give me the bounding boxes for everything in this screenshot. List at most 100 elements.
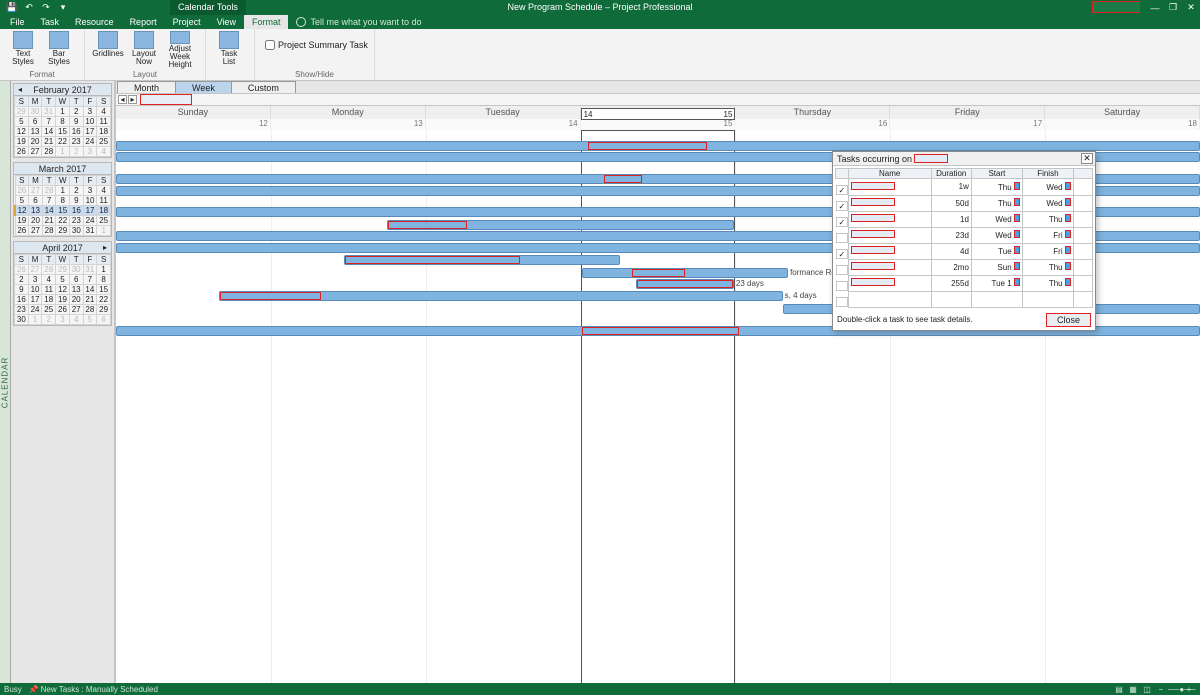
day-cell[interactable]: 11	[42, 285, 56, 295]
ribbon-btn-text-styles[interactable]: TextStyles	[6, 31, 40, 69]
day-cell[interactable]: 5	[56, 275, 70, 285]
day-cell[interactable]: 6	[69, 275, 83, 285]
day-cell[interactable]: 5	[15, 196, 29, 206]
prev-week-icon[interactable]: ◂	[118, 95, 127, 104]
sign-in-button[interactable]	[1092, 1, 1140, 13]
task-bar[interactable]	[636, 279, 734, 289]
day-cell[interactable]: 12	[56, 285, 70, 295]
row-name[interactable]	[848, 243, 931, 259]
ribbon-btn-bar-styles[interactable]: BarStyles	[42, 31, 76, 69]
row-scroll[interactable]	[1073, 275, 1092, 291]
day-cell[interactable]: 11	[97, 196, 111, 206]
minimize-icon[interactable]: —	[1146, 0, 1164, 15]
day-cell[interactable]: 2	[69, 147, 83, 157]
day-cell[interactable]: 19	[15, 137, 29, 147]
ribbon-tab-report[interactable]: Report	[122, 15, 165, 29]
day-cell[interactable]: 30	[15, 315, 29, 325]
ribbon-tab-view[interactable]: View	[209, 15, 244, 29]
task-bar[interactable]	[116, 141, 1200, 151]
day-cell[interactable]: 8	[56, 117, 70, 127]
restore-icon[interactable]: ❐	[1164, 0, 1182, 15]
ribbon-tab-file[interactable]: File	[2, 15, 33, 29]
day-cell[interactable]: 31	[83, 265, 97, 275]
day-cell[interactable]: 29	[56, 265, 70, 275]
day-cell[interactable]: 24	[83, 137, 97, 147]
view-rail[interactable]: CALENDAR	[0, 81, 11, 683]
next-month-icon[interactable]: ▸	[101, 242, 109, 254]
table-row[interactable]: 23dWed Fri	[836, 227, 1093, 243]
day-cell[interactable]: 4	[97, 147, 111, 157]
tasks-table[interactable]: NameDurationStartFinish ✓1wThu Wed ✓50dT…	[835, 168, 1093, 308]
day-cell[interactable]: 10	[83, 117, 97, 127]
day-cell[interactable]: 2	[69, 107, 83, 117]
day-cell[interactable]: 10	[83, 196, 97, 206]
day-cell[interactable]: 15	[56, 206, 70, 216]
day-cell[interactable]: 28	[42, 147, 56, 157]
day-cell[interactable]: 3	[83, 186, 97, 196]
day-cell[interactable]: 6	[97, 315, 111, 325]
day-cell[interactable]: 18	[97, 127, 111, 137]
day-cell[interactable]: 4	[42, 275, 56, 285]
table-header[interactable]	[836, 169, 849, 179]
dialog-title-bar[interactable]: Tasks occurring on ✕	[833, 152, 1095, 166]
day-cell[interactable]: 9	[15, 285, 29, 295]
row-checkmark[interactable]	[836, 233, 848, 243]
table-row[interactable]: ✓1dWed Thu	[836, 211, 1093, 227]
day-cell[interactable]: 18	[97, 206, 111, 216]
table-row[interactable]: ✓50dThu Wed	[836, 195, 1093, 211]
day-cell[interactable]: 6	[28, 117, 42, 127]
row-checkmark[interactable]	[836, 281, 848, 291]
day-cell[interactable]: 16	[15, 295, 29, 305]
task-bar[interactable]	[582, 268, 788, 278]
day-cell[interactable]: 25	[97, 216, 111, 226]
day-cell[interactable]: 12	[15, 206, 29, 216]
day-cell[interactable]: 13	[29, 206, 43, 216]
day-cell[interactable]: 22	[56, 216, 70, 226]
qat-more-icon[interactable]: ▾	[55, 1, 71, 15]
day-cell[interactable]: 2	[70, 186, 84, 196]
day-cell[interactable]: 8	[97, 275, 111, 285]
day-cell[interactable]: 13	[69, 285, 83, 295]
day-cell[interactable]: 7	[83, 275, 97, 285]
view-gantt-icon[interactable]: ▤	[1112, 685, 1126, 694]
day-cell[interactable]: 21	[83, 295, 97, 305]
day-cell[interactable]: 27	[69, 305, 83, 315]
day-cell[interactable]: 27	[28, 147, 42, 157]
day-cell[interactable]: 10	[28, 285, 42, 295]
day-cell[interactable]: 4	[97, 186, 111, 196]
day-cell[interactable]: 30	[28, 107, 42, 117]
task-bar[interactable]	[387, 220, 734, 230]
day-cell[interactable]: 1	[56, 107, 70, 117]
save-icon[interactable]: 💾	[4, 1, 20, 15]
day-cell[interactable]: 26	[15, 265, 29, 275]
current-week-indicator[interactable]	[140, 94, 192, 105]
day-cell[interactable]: 24	[28, 305, 42, 315]
day-cell[interactable]: 1	[56, 186, 70, 196]
day-cell[interactable]: 1	[28, 315, 42, 325]
mini-calendar-header[interactable]: April 2017▸	[14, 242, 111, 254]
day-cell[interactable]: 22	[56, 137, 70, 147]
table-row[interactable]: 255dTue 1 Thu	[836, 275, 1093, 291]
day-cell[interactable]: 15	[97, 285, 111, 295]
task-bar[interactable]	[219, 291, 783, 301]
row-scroll[interactable]	[1073, 259, 1092, 275]
dialog-close-icon[interactable]: ✕	[1081, 153, 1093, 164]
day-cell[interactable]: 25	[97, 137, 111, 147]
mini-calendar-header[interactable]: March 2017	[14, 163, 111, 175]
row-scroll[interactable]	[1073, 195, 1092, 211]
task-bar[interactable]	[344, 255, 620, 265]
row-checkmark[interactable]: ✓	[836, 249, 848, 259]
day-cell[interactable]: 16	[69, 127, 83, 137]
tell-me-search[interactable]: Tell me what you want to do	[296, 17, 421, 27]
day-cell[interactable]: 7	[42, 196, 56, 206]
day-cell[interactable]: 9	[69, 117, 83, 127]
checkbox-input[interactable]	[265, 40, 275, 50]
mini-calendar[interactable]: ◂February 2017SMTWTFS2930311234567891011…	[13, 83, 112, 158]
day-cell[interactable]: 3	[28, 275, 42, 285]
day-cell[interactable]: 28	[42, 265, 56, 275]
row-name[interactable]	[848, 211, 931, 227]
day-cell[interactable]: 1	[97, 226, 111, 236]
day-cell[interactable]: 26	[15, 147, 29, 157]
day-cell[interactable]: 9	[70, 196, 84, 206]
next-week-icon[interactable]: ▸	[128, 95, 137, 104]
